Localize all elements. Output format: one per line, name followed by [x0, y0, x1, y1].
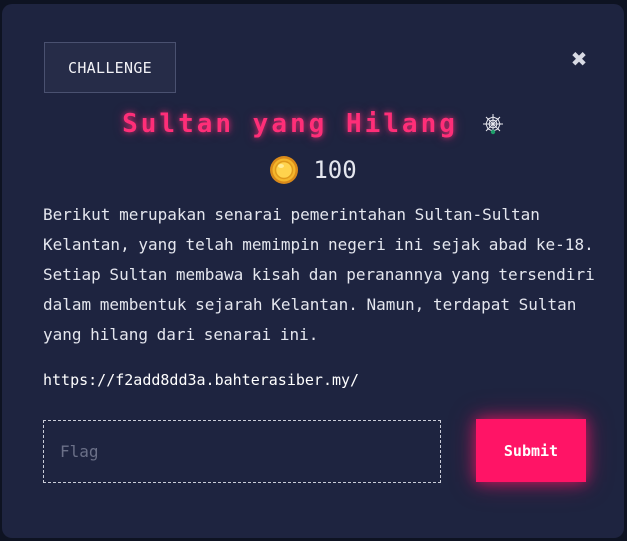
- tab-challenge[interactable]: CHALLENGE: [44, 42, 176, 93]
- challenge-link[interactable]: https://f2add8dd3a.bahterasiber.my/: [43, 371, 359, 389]
- challenge-modal: CHALLENGE ✖ Sultan yang Hilang 100 Berik…: [2, 4, 624, 538]
- points-row: 100: [2, 152, 624, 188]
- flag-input[interactable]: [43, 420, 441, 483]
- coin-icon: [269, 155, 299, 185]
- challenge-title: Sultan yang Hilang: [122, 109, 458, 139]
- close-icon[interactable]: ✖: [568, 47, 590, 71]
- spider-web-icon: [482, 113, 504, 135]
- title-row: Sultan yang Hilang: [2, 104, 624, 144]
- challenge-description: Berikut merupakan senarai pemerintahan S…: [43, 205, 595, 344]
- points-value: 100: [313, 156, 357, 184]
- submit-button[interactable]: Submit: [476, 419, 586, 482]
